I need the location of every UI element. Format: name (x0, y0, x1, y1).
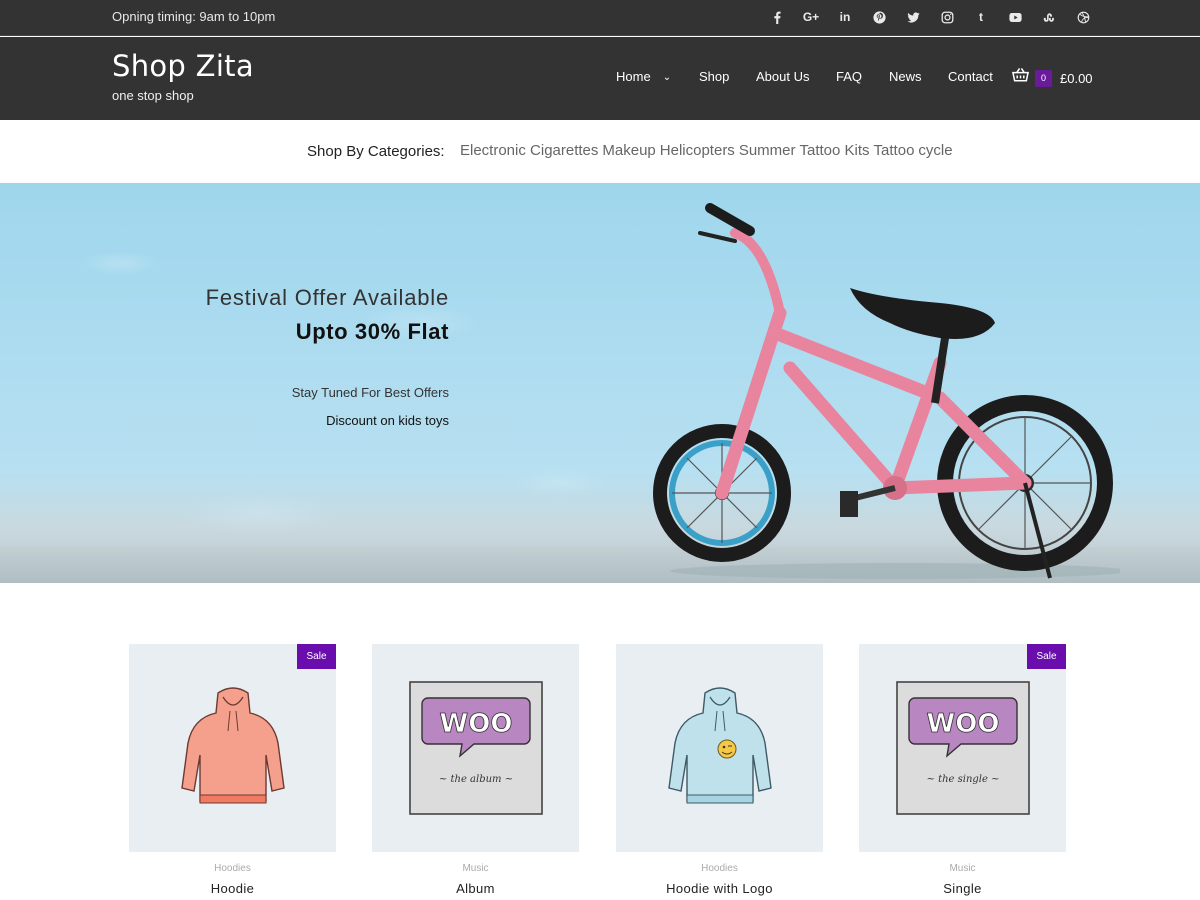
product-thumbnail[interactable]: WOO ~ the album ~ (372, 644, 579, 852)
svg-text:~ the album ~: ~ the album ~ (438, 774, 512, 785)
category-link[interactable]: cycle (918, 142, 952, 159)
nav-item-shop[interactable]: Shop (699, 69, 729, 84)
svg-text:WOO: WOO (926, 709, 999, 739)
product-name[interactable]: Hoodie with Logo (616, 881, 823, 896)
sale-badge: Sale (1027, 644, 1066, 669)
product-thumbnail[interactable]: Sale (129, 644, 336, 852)
nav-item-about-us[interactable]: About Us (756, 69, 809, 84)
category-link[interactable]: Electronic Cigarettes (460, 142, 598, 159)
category-bar: Shop By Categories: Electronic Cigarette… (0, 120, 1200, 183)
product-thumbnail[interactable] (616, 644, 823, 852)
stumbleupon-icon[interactable] (1032, 7, 1066, 27)
product-card: Sale WOO ~ the single ~ Music Single (859, 644, 1066, 896)
product-grid: Sale Hoodies Hoodie WOO ~ the album ~ Mu… (0, 583, 1200, 900)
pinterest-icon[interactable] (862, 7, 896, 27)
facebook-icon[interactable] (760, 7, 794, 27)
site-header: Shop Zita one stop shop Home ⌄ Shop About… (0, 37, 1200, 120)
basket-icon (1012, 67, 1029, 89)
nav-item-faq[interactable]: FAQ (836, 69, 862, 84)
cart-button[interactable]: 0 £0.00 (1012, 67, 1093, 89)
product-card: Hoodies Hoodie with Logo (616, 644, 823, 896)
category-link[interactable]: Helicopters (660, 142, 735, 159)
instagram-icon[interactable] (930, 7, 964, 27)
category-link[interactable]: Makeup (602, 142, 655, 159)
sale-badge: Sale (297, 644, 336, 669)
chevron-down-icon: ⌄ (662, 72, 672, 83)
product-category[interactable]: Hoodies (129, 863, 336, 874)
hero-text: Stay Tuned For Best Offers (291, 385, 449, 400)
hero-heading: Festival Offer Available (205, 285, 449, 310)
nav-label: Home (616, 69, 651, 84)
blue-hoodie-logo-image (667, 687, 772, 804)
youtube-icon[interactable] (998, 7, 1032, 27)
cart-count-badge: 0 (1035, 69, 1052, 87)
nav-item-news[interactable]: News (889, 69, 922, 84)
pink-hoodie-image (180, 687, 285, 804)
svg-text:~ the single ~: ~ the single ~ (926, 774, 999, 785)
opening-timing: Opning timing: 9am to 10pm (112, 9, 276, 24)
product-name[interactable]: Album (372, 881, 579, 896)
product-category[interactable]: Music (372, 863, 579, 874)
twitter-icon[interactable] (896, 7, 930, 27)
category-link[interactable]: Tattoo Kits (800, 142, 870, 159)
social-links: G+ in t (760, 7, 1100, 27)
cart-total: £0.00 (1060, 70, 1093, 86)
hero-banner: Festival Offer Available Upto 30% Flat S… (0, 183, 1200, 583)
dribbble-icon[interactable] (1066, 7, 1100, 27)
category-link[interactable]: Tattoo (874, 142, 915, 159)
product-category[interactable]: Music (859, 863, 1066, 874)
category-bar-label: Shop By Categories: (307, 143, 445, 160)
product-card: WOO ~ the album ~ Music Album (372, 644, 579, 896)
product-name[interactable]: Single (859, 881, 1066, 896)
site-tagline: one stop shop (112, 88, 194, 103)
product-card: Sale Hoodies Hoodie (129, 644, 336, 896)
product-category[interactable]: Hoodies (616, 863, 823, 874)
linkedin-icon[interactable]: in (828, 7, 862, 27)
product-name[interactable]: Hoodie (129, 881, 336, 896)
nav-item-contact[interactable]: Contact (948, 69, 993, 84)
product-thumbnail[interactable]: Sale WOO ~ the single ~ (859, 644, 1066, 852)
category-links: Electronic Cigarettes Makeup Helicopters… (460, 142, 953, 159)
hero-text-secondary: Discount on kids toys (326, 413, 449, 428)
hero-subheading: Upto 30% Flat (295, 319, 449, 344)
tumblr-icon[interactable]: t (964, 7, 998, 27)
woo-single-image: WOO ~ the single ~ (895, 681, 1030, 815)
svg-text:WOO: WOO (439, 709, 512, 739)
google-plus-icon[interactable]: G+ (794, 7, 828, 27)
site-title[interactable]: Shop Zita (112, 49, 254, 83)
top-bar: Opning timing: 9am to 10pm G+ in t (0, 0, 1200, 36)
nav-item-home[interactable]: Home ⌄ (616, 69, 671, 84)
woo-album-image: WOO ~ the album ~ (408, 681, 543, 815)
pink-bicycle-image (653, 203, 1120, 579)
category-link[interactable]: Summer (739, 142, 796, 159)
